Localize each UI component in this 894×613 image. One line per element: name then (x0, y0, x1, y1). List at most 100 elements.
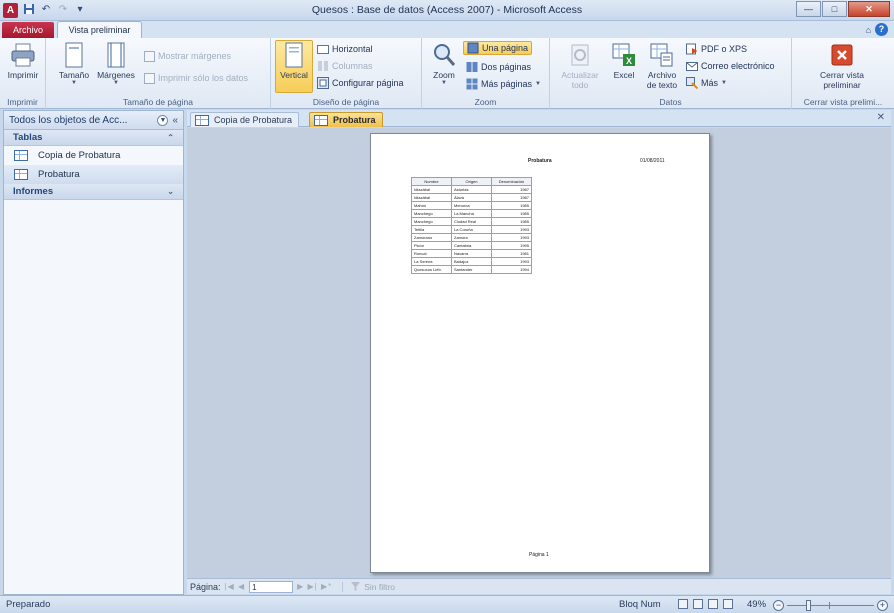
zoom-in-icon[interactable]: + (877, 600, 888, 611)
excel-icon: X (611, 41, 637, 68)
print-button[interactable]: Imprimir (1, 41, 45, 80)
report-cell: 1987 (491, 185, 532, 194)
columns-icon (318, 61, 328, 71)
report-cell: 1985 (491, 209, 532, 218)
next-last-page-icon[interactable]: ▶ ▶| ▶* (297, 582, 332, 591)
group-label-tamano: Tamaño de página (123, 97, 193, 107)
report-cell: Zamorano (411, 233, 452, 242)
report-row: Tetilla La Coruña 1993 (411, 225, 532, 234)
minimize-ribbon-icon[interactable]: ⌂ (866, 25, 871, 35)
report-date: 01/08/2011 (640, 158, 665, 164)
preview-page[interactable]: Probatura 01/08/2011 Nombre Origen Denom… (370, 133, 710, 573)
close-document-icon[interactable]: ✕ (877, 112, 885, 123)
group-datos: Actualizar todo X Excel Archivo de texto… (550, 38, 792, 109)
close-button[interactable]: ✕ (848, 1, 890, 17)
report-cell: Manchego (411, 209, 452, 218)
doc-tab-copia-de-probatura[interactable]: Copia de Probatura (190, 112, 300, 127)
doc-tab-probatura[interactable]: Probatura (309, 112, 383, 127)
group-label-imprimir: Imprimir (7, 97, 38, 107)
report-row: Manchego La Mancha 1985 (411, 209, 532, 218)
nav-pane-title: Todos los objetos de Acc... (9, 114, 128, 126)
horizontal-button[interactable]: Horizontal (317, 42, 373, 56)
zoom-out-icon[interactable]: − (773, 600, 784, 611)
ribbon-tab-row: Archivo Vista preliminar ⌂ ? (0, 21, 894, 39)
zoom-slider[interactable]: − + (773, 600, 888, 611)
table-icon (314, 114, 328, 126)
collapse-pane-icon[interactable]: « (172, 115, 178, 126)
first-prev-page-icon[interactable]: |◀ ◀ (225, 582, 246, 591)
maximize-button[interactable]: □ (822, 1, 847, 17)
export-text-button[interactable]: Archivo de texto (640, 41, 684, 90)
group-label-datos: Datos (659, 97, 682, 107)
minimize-button[interactable]: — (796, 1, 821, 17)
table-icon (14, 169, 28, 180)
filter-indicator[interactable]: Sin filtro (342, 581, 395, 592)
group-label-zoom: Zoom (474, 97, 497, 107)
view-icon[interactable] (708, 599, 718, 609)
refresh-icon (567, 41, 593, 68)
print-data-only-checkbox[interactable]: Imprimir sólo los datos (144, 71, 248, 85)
svg-text:X: X (626, 56, 632, 66)
tab-vista-preliminar[interactable]: Vista preliminar (57, 21, 142, 39)
report-cell: Zamora (451, 233, 492, 242)
export-excel-button[interactable]: X Excel (603, 41, 645, 80)
report-cell: La Serena (411, 257, 452, 266)
report-title: Probatura (528, 158, 552, 164)
nav-item-probatura[interactable]: Probatura (4, 165, 183, 184)
group-label-cerrar: Cerrar vista prelimi... (803, 97, 883, 107)
report-cell: 1987 (491, 193, 532, 202)
more-pages-button[interactable]: Más páginas ▼ (466, 77, 541, 91)
group-zoom: Zoom ▼ Una página Dos páginas Más página… (422, 38, 550, 109)
document-tabs: Copia de Probatura Probatura ✕ (187, 110, 891, 127)
close-preview-button[interactable]: Cerrar vista preliminar (806, 41, 878, 90)
page-number-input[interactable]: 1 (249, 580, 294, 593)
report-cell: 1994 (491, 265, 532, 274)
status-bar: Preparado Bloq Num 49% − + (0, 595, 894, 613)
more-export-button[interactable]: Más ▼ (686, 76, 727, 90)
report-cell: 1993 (491, 233, 532, 242)
page-setup-button[interactable]: Configurar página (317, 76, 404, 90)
columns-button[interactable]: Columnas (317, 59, 373, 73)
magnifier-icon (431, 41, 457, 68)
view-icon[interactable] (723, 599, 733, 609)
report-table: Nombre Origen Denominación Idiazábal Astu… (411, 177, 532, 274)
table-icon (195, 114, 209, 126)
view-icon[interactable] (693, 599, 703, 609)
printer-icon (10, 41, 36, 68)
report-page-footer: Página 1 (529, 552, 549, 558)
refresh-all-button[interactable]: Actualizar todo (554, 41, 606, 90)
margins-icon (103, 41, 129, 68)
report-row: Mahón Menorca 1985 (411, 201, 532, 210)
report-cell: Cantabria (451, 241, 492, 250)
nav-pane-menu-icon[interactable]: ▼ (157, 114, 169, 126)
nav-group-informes[interactable]: Informes ⌄ (4, 184, 183, 200)
zoom-slider-thumb[interactable] (805, 600, 811, 611)
one-page-button[interactable]: Una página (463, 41, 533, 55)
help-icon[interactable]: ? (875, 23, 888, 36)
zoom-button[interactable]: Zoom ▼ (422, 41, 466, 86)
two-pages-button[interactable]: Dos páginas (466, 60, 531, 74)
table-icon (14, 150, 28, 161)
report-cell: Badajoz (451, 257, 492, 266)
column-header: Origen (451, 177, 492, 186)
checkbox-icon (144, 50, 155, 62)
nav-item-copia-de-probatura[interactable]: Copia de Probatura (4, 146, 183, 165)
report-cell: Idiazábal (411, 185, 452, 194)
margins-button[interactable]: Márgenes ▼ (94, 41, 138, 86)
checkbox-icon (144, 72, 155, 84)
print-preview-area: Probatura 01/08/2011 Nombre Origen Denom… (187, 128, 891, 578)
group-label-diseno: Diseño de página (312, 97, 380, 107)
tab-archivo[interactable]: Archivo (2, 22, 54, 38)
report-cell: Navarra (451, 249, 492, 258)
nav-group-tablas[interactable]: Tablas ⌃ (4, 130, 183, 146)
email-button[interactable]: Correo electrónico (686, 59, 775, 73)
view-icon[interactable] (678, 599, 688, 609)
export-pdf-button[interactable]: PDF o XPS (686, 42, 747, 56)
size-button[interactable]: Tamaño ▼ (52, 41, 96, 86)
ribbon: Imprimir Imprimir Tamaño ▼ Márgenes ▼ Mo… (0, 38, 894, 109)
more-pages-icon (466, 78, 478, 90)
show-margins-checkbox[interactable]: Mostrar márgenes (144, 49, 231, 63)
num-lock-indicator: Bloq Num (619, 599, 661, 610)
nav-pane-header[interactable]: Todos los objetos de Acc... ▼ « (4, 111, 183, 130)
vertical-button[interactable]: Vertical (275, 40, 313, 93)
